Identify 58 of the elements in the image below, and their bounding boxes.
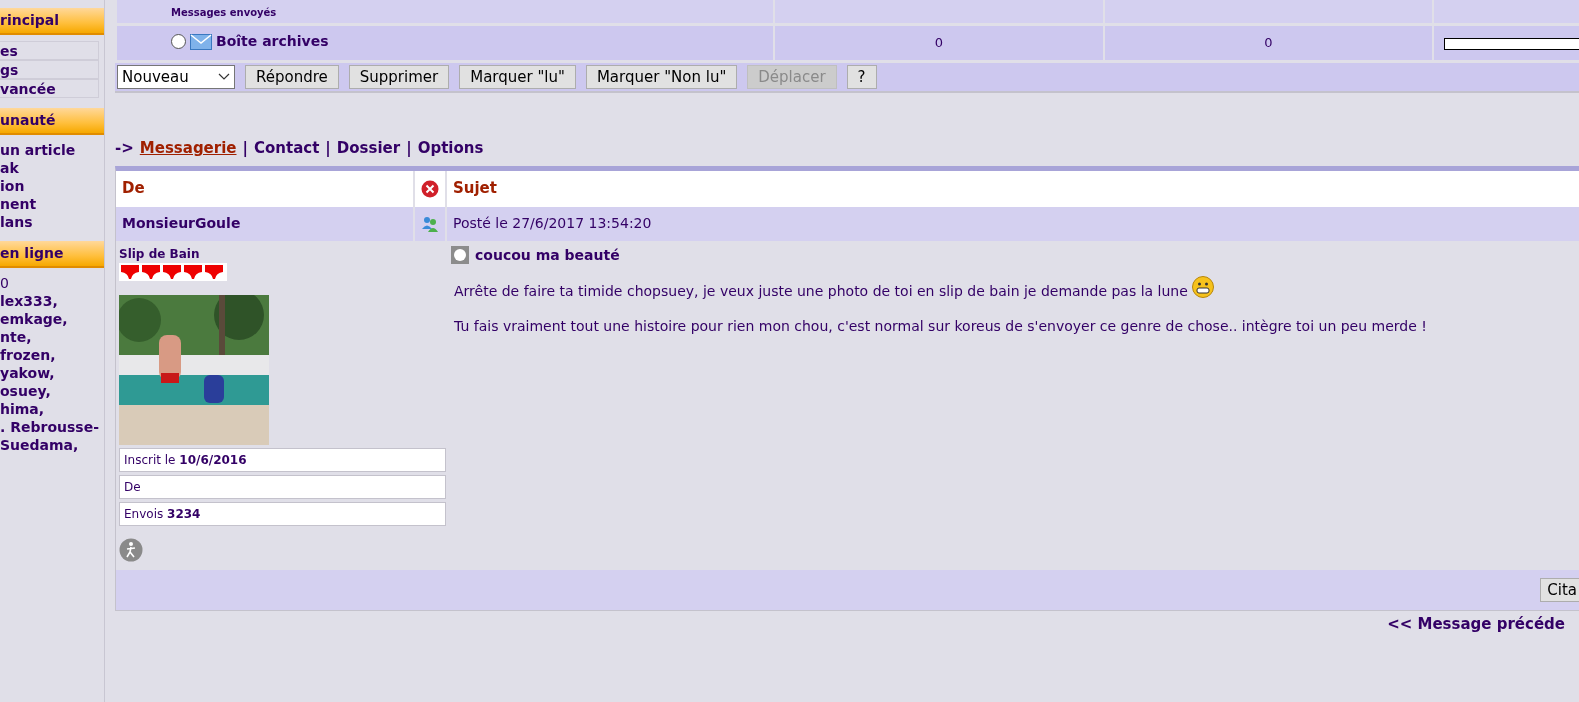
quote-button[interactable]: Cita — [1540, 578, 1579, 602]
sidebar-link[interactable]: osuey, — [0, 382, 104, 400]
action-select[interactable]: Nouveau — [117, 65, 235, 89]
separator: | — [242, 138, 248, 159]
toolbar-button[interactable]: Marquer "lu" — [459, 65, 576, 89]
sidebar-link[interactable]: lex333, — [0, 292, 104, 310]
sidebar-link[interactable]: . Rebrousse- — [0, 418, 104, 436]
count-text: 0 — [934, 35, 943, 51]
caret-icon — [218, 73, 230, 81]
radio-button[interactable] — [171, 34, 186, 49]
nav-link[interactable]: Options — [417, 137, 484, 160]
post-date: Posté le 27/6/2017 13:54:20 — [453, 214, 652, 233]
sidebar-link[interactable]: nent — [0, 195, 104, 213]
previous-message-link[interactable]: << Message précéde — [1387, 615, 1565, 633]
sidebar-link[interactable]: yakow, — [0, 364, 104, 382]
sidebar-link[interactable]: nte, — [0, 328, 104, 346]
toolbar-button[interactable]: Supprimer — [348, 65, 450, 89]
sidebar-link[interactable]: ion — [0, 177, 104, 195]
message-text: Tu fais vraiment tout une histoire pour rien mon chou, c'est normal sur koreus de s'envoyer ce genre de chose.. intègre toi un peu merde ! — [453, 316, 1428, 336]
sidebar-link[interactable]: un article — [0, 141, 104, 159]
sidebar-item[interactable]: gs — [0, 60, 99, 79]
sidebar-header: rincipal — [0, 8, 104, 35]
online-count: 0 — [0, 274, 10, 292]
sidebar-item[interactable]: vancée — [0, 79, 99, 98]
nav-link[interactable]: Messagerie — [139, 137, 237, 160]
nav-link[interactable]: Contact — [254, 137, 320, 160]
close-icon[interactable] — [421, 179, 439, 198]
count-text: 0 — [1264, 35, 1273, 51]
rank-title: Slip de Bain — [119, 245, 201, 263]
message-subject: coucou ma beauté — [475, 245, 620, 265]
info-field: De — [119, 475, 446, 499]
sidebar-link[interactable]: hima, — [0, 400, 104, 418]
toolbar-button[interactable]: Marquer "Non lu" — [585, 65, 738, 89]
sidebar-link[interactable]: emkage, — [0, 310, 104, 328]
folder-name[interactable]: Messages envoyés — [171, 5, 277, 20]
sidebar-header: unauté — [0, 108, 104, 135]
sidebar-link[interactable]: frozen, — [0, 346, 104, 364]
toolbar-button[interactable]: Répondre — [245, 65, 339, 89]
info-field: Envois 3234 — [119, 502, 446, 526]
column-header: De — [116, 170, 415, 207]
grin-icon — [1192, 275, 1215, 298]
sidebar-link[interactable]: lans — [0, 213, 104, 231]
sidebar-link[interactable]: ak — [0, 159, 104, 177]
info-field: Inscrit le 10/6/2016 — [119, 448, 446, 472]
toolbar-button[interactable]: ? — [846, 65, 877, 89]
column-header: Sujet — [447, 170, 1579, 207]
message-icon — [451, 246, 469, 264]
message-text: Arrête de faire ta timide chopsuey, je veux juste une photo de toi en slip de bain je demande pas la lune — [451, 275, 1579, 302]
sidebar-link[interactable]: Suedama, — [0, 436, 104, 454]
sidebar-header: en ligne — [0, 241, 104, 268]
separator: | — [325, 138, 331, 159]
nav-link[interactable]: Dossier — [336, 137, 401, 160]
folder-name[interactable]: Boîte archives — [216, 31, 329, 52]
envelope-icon — [190, 33, 212, 50]
breadcrumb-arrow: -> — [115, 138, 134, 159]
person-icon[interactable] — [119, 538, 143, 562]
separator: | — [406, 138, 412, 159]
sidebar-item[interactable]: es — [0, 41, 99, 60]
